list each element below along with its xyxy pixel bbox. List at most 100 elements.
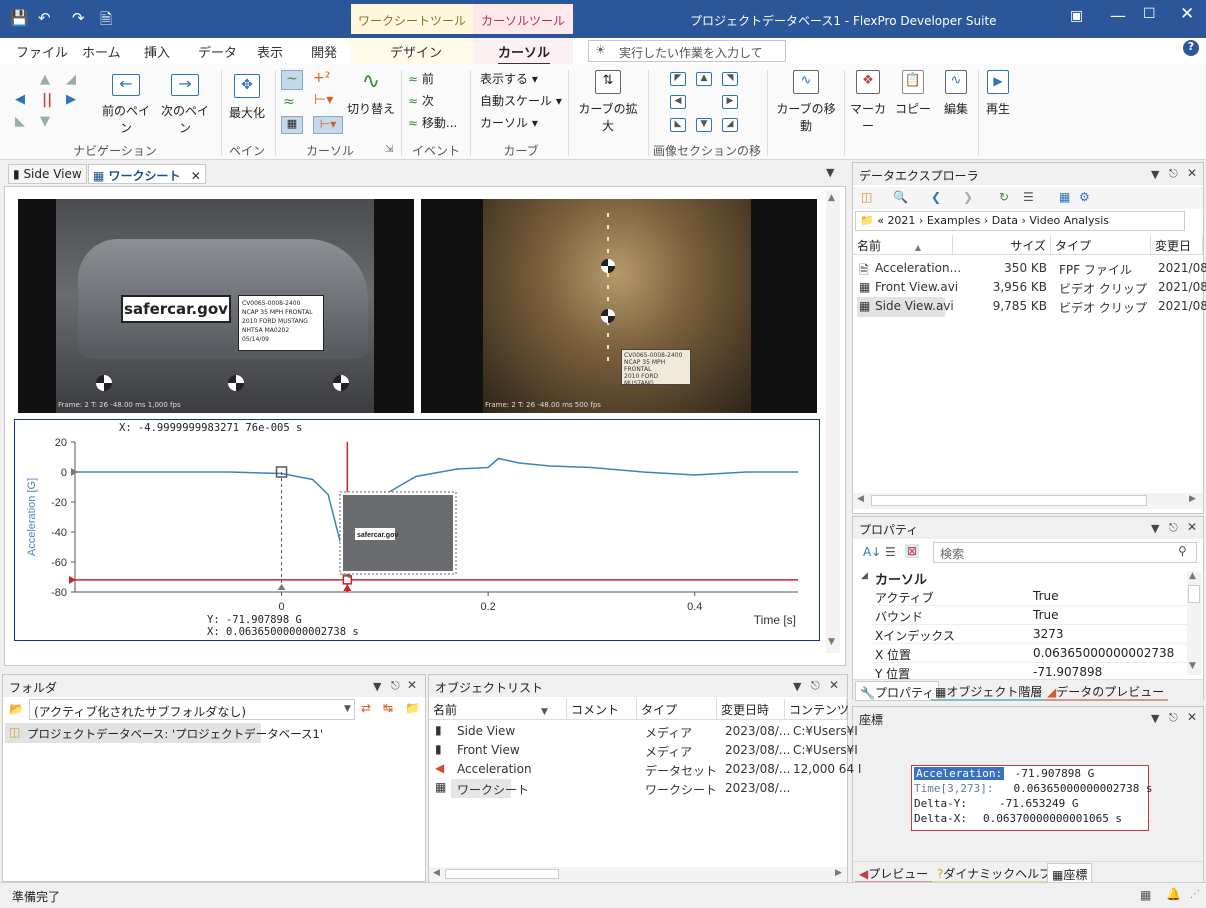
tab-insert[interactable]: 挿入: [144, 42, 170, 61]
properties-vscroll[interactable]: ▲ ▼: [1187, 571, 1201, 675]
crumb-examples[interactable]: Examples: [927, 214, 980, 227]
hscroll-thumb[interactable]: [871, 495, 1147, 506]
crumb-data[interactable]: Data: [992, 214, 1018, 227]
event-move-button[interactable]: ≈ 移動...: [408, 114, 457, 131]
prop-scroll-up-icon[interactable]: ▲: [1189, 571, 1196, 581]
hscroll-right-icon[interactable]: ▶: [1189, 494, 1196, 504]
worksheet-vscroll[interactable]: ▲ ▼: [826, 191, 840, 653]
nav-right-icon[interactable]: ▶: [66, 92, 76, 107]
minimize-button[interactable]: —: [1110, 6, 1126, 25]
folder-tree-item[interactable]: ◫ プロジェクトデータベース: 'プロジェクトデータベース1': [5, 723, 323, 743]
cursor-plus2-icon[interactable]: +²: [313, 70, 330, 86]
crumb-2021[interactable]: 2021: [887, 214, 915, 227]
move-topright-icon[interactable]: ◥: [722, 72, 738, 86]
pause-icon[interactable]: ||: [42, 92, 52, 108]
move-left-icon[interactable]: ◀: [670, 95, 686, 109]
tab-dynamic-help[interactable]: ?ダイナミックヘルプ: [933, 863, 1056, 883]
properties-pin-icon[interactable]: ⎋: [1169, 521, 1178, 535]
obj-hscroll-right-icon[interactable]: ▶: [835, 868, 842, 878]
objlist-row-front-view[interactable]: ▮ Front View メディア 2023/08/... C:¥Users¥I: [429, 741, 858, 760]
move-topleft-icon[interactable]: ◤: [670, 72, 686, 86]
properties-close-icon[interactable]: ✕: [1187, 520, 1197, 534]
help-icon[interactable]: ?: [1183, 40, 1199, 56]
up-folder-icon[interactable]: 📂: [9, 702, 24, 716]
scroll-up-icon[interactable]: ▲: [828, 193, 835, 203]
coords-pin-icon[interactable]: ⎋: [1169, 711, 1178, 725]
resize-grip-icon[interactable]: ⋰: [1190, 889, 1200, 900]
prop-row-bound[interactable]: バウンド True: [871, 606, 1189, 625]
prop-scroll-down-icon[interactable]: ▼: [1189, 661, 1196, 671]
event-next-button[interactable]: ≈ 次: [408, 92, 434, 109]
sort-az-icon[interactable]: A↓: [863, 545, 881, 559]
prev-pane-button[interactable]: ← 前のペイン: [98, 74, 154, 136]
prop-row-xpos[interactable]: X 位置 0.06365000000002738: [871, 644, 1189, 663]
tab-properties[interactable]: 🔧プロパティ: [855, 681, 940, 701]
back-icon[interactable]: ❮: [931, 190, 941, 204]
curve-zoom-button[interactable]: ⇅ カーブの拡大: [573, 70, 643, 134]
save-icon[interactable]: 💾: [10, 9, 29, 27]
calculator-icon[interactable]: ▦: [1059, 190, 1070, 204]
objcol-comment[interactable]: コメント: [567, 699, 637, 719]
prop-row-xindex[interactable]: Xインデックス 3273: [871, 625, 1189, 644]
tell-me-search[interactable]: ☀ 実行したい作業を入力してく...: [588, 40, 786, 77]
prop-row-active[interactable]: アクティブ True: [871, 587, 1189, 606]
objlist-menu-icon[interactable]: ▼: [793, 680, 801, 693]
show-dropdown[interactable]: 表示する ▾: [480, 70, 538, 87]
coords-menu-icon[interactable]: ▼: [1151, 712, 1159, 725]
properties-menu-icon[interactable]: ▼: [1151, 522, 1159, 535]
objlist-hscroll[interactable]: ◀ ▶: [429, 867, 847, 882]
copy-button[interactable]: 📋 コピー: [893, 70, 933, 117]
cursor-cross-icon[interactable]: ⊢▾: [313, 116, 343, 134]
col-date[interactable]: 変更日: [1151, 235, 1203, 255]
maximize-button[interactable]: ☐: [1143, 6, 1156, 22]
explorer-row-front-view[interactable]: ▦ Front View.avi 3,956 KB ビデオ クリップ 2021/…: [853, 278, 1206, 298]
explorer-menu-icon[interactable]: ▼: [1151, 168, 1159, 181]
cursor-dropdown[interactable]: カーソル ▾: [480, 114, 538, 131]
edit-button[interactable]: ∿ 編集: [938, 70, 974, 117]
curve-move-button[interactable]: ∿ カーブの移動: [771, 70, 841, 134]
cursor-dialog-launcher-icon[interactable]: ⇲: [385, 144, 393, 155]
nav-down-icon[interactable]: ▼: [40, 114, 50, 129]
move-bottomright-icon[interactable]: ◢: [722, 118, 738, 132]
explorer-breadcrumb[interactable]: 📁 « 2021 › Examples › Data › Video Analy…: [855, 211, 1185, 231]
database-icon[interactable]: ◫: [861, 190, 872, 204]
col-type[interactable]: タイプ: [1051, 235, 1151, 255]
folder-combo[interactable]: (アクティブ化されたサブフォルダなし) ▼: [29, 699, 355, 720]
status-grid-icon[interactable]: ▦: [1140, 888, 1151, 902]
folder-close-icon[interactable]: ✕: [407, 678, 417, 692]
cursor-vertical-icon[interactable]: ⊢▾: [314, 92, 333, 108]
tab-coordinates[interactable]: ▦座標: [1047, 863, 1093, 883]
explorer-close-icon[interactable]: ✕: [1187, 166, 1197, 180]
tab-data[interactable]: データ: [198, 42, 237, 61]
coords-close-icon[interactable]: ✕: [1187, 710, 1197, 724]
folder-pin-icon[interactable]: ⎋: [391, 679, 400, 693]
folder-link-icon[interactable]: ↹: [383, 701, 393, 715]
switch-button[interactable]: ∿ 切り替え: [347, 70, 395, 117]
tab-worksheet[interactable]: ▦ ワークシート ✕: [88, 164, 206, 184]
categorize-icon[interactable]: ☰: [885, 545, 896, 559]
objlist-close-icon[interactable]: ✕: [829, 678, 839, 692]
open-folder-icon[interactable]: 📁: [405, 701, 420, 715]
folder-sync-icon[interactable]: ⇄: [361, 701, 371, 715]
tab-view[interactable]: 表示: [257, 42, 283, 61]
scroll-down-icon[interactable]: ▼: [828, 637, 835, 647]
tab-file[interactable]: ファイル: [16, 42, 68, 61]
cursor-wave2-icon[interactable]: ≈: [283, 94, 295, 110]
explorer-pin-icon[interactable]: ⎋: [1169, 167, 1178, 181]
side-view-video[interactable]: safercar.gov CV0065-0008-2400 NCAP 35 MP…: [18, 199, 414, 413]
ribbon-display-icon[interactable]: ▣: [1070, 8, 1083, 24]
view-mode-icon[interactable]: ☰: [1023, 190, 1034, 204]
cursor-table-icon[interactable]: ▦: [281, 116, 303, 134]
objcol-type[interactable]: タイプ: [637, 699, 717, 719]
tab-side-view[interactable]: ▮ Side View: [8, 164, 87, 184]
notification-bell-icon[interactable]: 🔔: [1166, 887, 1181, 901]
objlist-row-acceleration[interactable]: ◀ Acceleration データセット 2023/08/... 12,000…: [429, 760, 861, 779]
close-button[interactable]: ✕: [1180, 4, 1194, 24]
objcol-date[interactable]: 変更日時: [717, 699, 785, 719]
objlist-row-worksheet[interactable]: ▦ ワークシート ワークシート 2023/08/...: [429, 779, 847, 798]
search-doc-icon[interactable]: 🔍: [893, 190, 908, 204]
col-size[interactable]: サイズ: [953, 235, 1051, 255]
tab-object-hierarchy[interactable]: ▦オブジェクト階層: [931, 681, 1047, 701]
obj-hscroll-thumb[interactable]: [445, 869, 559, 879]
tab-develop[interactable]: 開発: [311, 42, 337, 61]
